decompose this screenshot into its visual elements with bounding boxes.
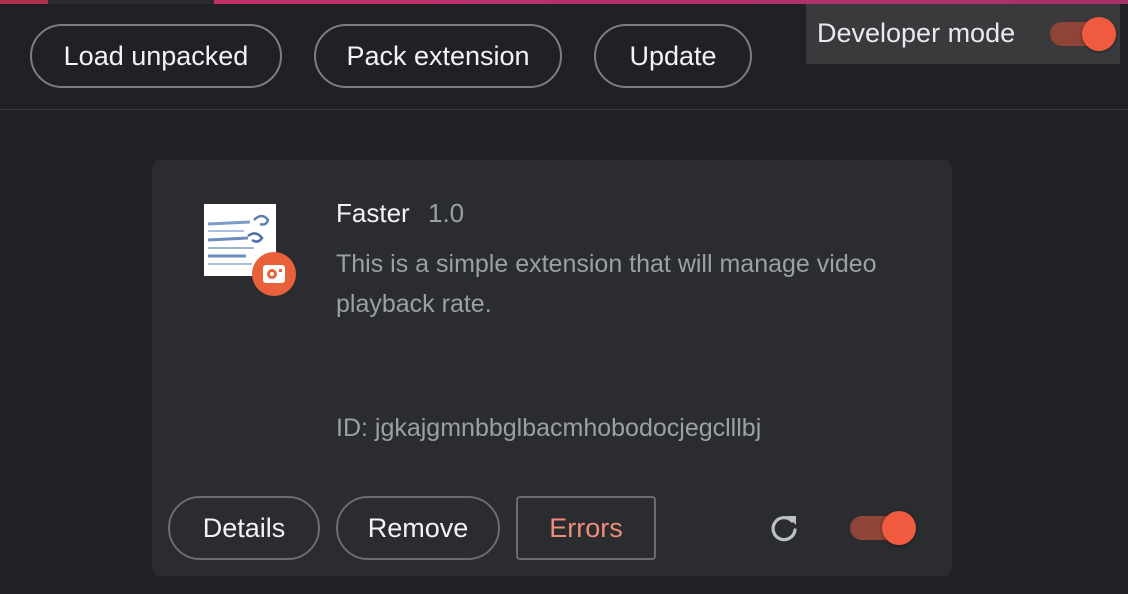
extension-card: Faster 1.0 This is a simple extension th…	[152, 160, 952, 576]
errors-button[interactable]: Errors	[516, 496, 656, 560]
reload-icon-graphic	[771, 516, 797, 542]
update-button[interactable]: Update	[594, 24, 752, 88]
developer-mode-control: Developer mode	[806, 4, 1120, 64]
load-unpacked-button[interactable]: Load unpacked	[30, 24, 282, 88]
extension-description: This is a simple extension that will man…	[336, 250, 877, 318]
extension-name: Faster	[336, 198, 410, 228]
extension-enable-toggle[interactable]	[850, 511, 916, 545]
unpacked-extension-badge-icon	[252, 252, 296, 296]
developer-mode-label: Developer mode	[817, 18, 1016, 48]
extension-id: ID: jgkajgmnbbglbacmhobodocjegclllbj	[336, 414, 762, 442]
remove-button[interactable]: Remove	[336, 496, 500, 560]
details-button[interactable]: Details	[168, 496, 320, 560]
pack-extension-button[interactable]: Pack extension	[314, 24, 562, 88]
developer-mode-toggle[interactable]	[1050, 17, 1116, 51]
reload-icon[interactable]	[766, 510, 802, 546]
extension-enable-toggle-knob	[882, 511, 916, 545]
extension-version: 1.0	[428, 198, 465, 228]
unpacked-extension-badge-graphic	[263, 265, 285, 283]
developer-mode-toggle-knob	[1082, 17, 1116, 51]
